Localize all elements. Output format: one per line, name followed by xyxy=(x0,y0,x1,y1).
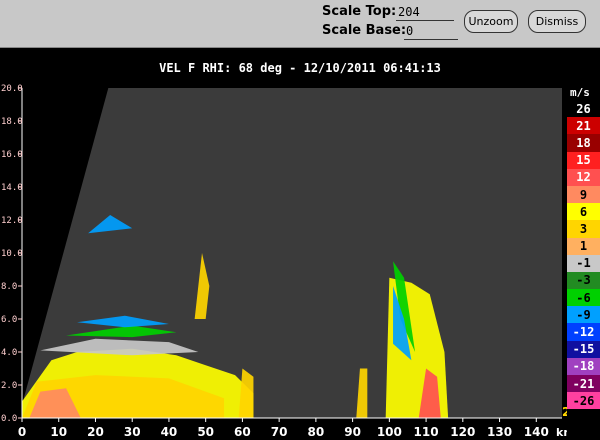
plot-title: VEL F RHI: 68 deg - 12/10/2011 06:41:13 xyxy=(159,61,441,75)
y-tick-label: 20.0 xyxy=(1,84,23,94)
color-legend: 26 21 18 15 12 9 6 3 1 -1 -3 -6 -9 -12 -15 -18 -21 -26 xyxy=(567,100,600,410)
legend-entry: -3 xyxy=(567,271,600,290)
legend-unit: m/s xyxy=(570,86,590,99)
y-tick-label: 12.0 xyxy=(1,216,23,226)
legend-entry: -26 xyxy=(567,392,600,410)
legend-entry: 26 xyxy=(567,100,600,118)
legend-entry: 12 xyxy=(567,168,600,186)
y-tick-label: 2.0 xyxy=(1,381,17,391)
legend-entry: 21 xyxy=(567,117,600,135)
scale-base-input[interactable] xyxy=(404,23,458,40)
x-unit-label: km xyxy=(556,426,567,439)
legend-entry: 3 xyxy=(567,220,600,238)
y-tick-label: 18.0 xyxy=(1,117,23,127)
legend-entry: 9 xyxy=(567,185,600,204)
legend-entry: -15 xyxy=(567,340,600,358)
unzoom-button[interactable]: Unzoom xyxy=(464,10,518,33)
x-tick-label: 90 xyxy=(344,425,361,439)
legend-entry: -21 xyxy=(567,375,600,393)
x-tick-label: 110 xyxy=(414,425,439,439)
legend-entry: -12 xyxy=(567,323,600,341)
x-tick-label: 10 xyxy=(50,425,67,439)
y-tick-label: 16.0 xyxy=(1,150,23,160)
x-tick-label: 120 xyxy=(450,425,475,439)
legend-entry: -9 xyxy=(567,306,600,324)
legend-entry: 1 xyxy=(567,237,600,255)
x-tick-label: 80 xyxy=(308,425,325,439)
legend-entry: 15 xyxy=(567,151,600,169)
legend-entry: 6 xyxy=(567,203,600,221)
x-tick-label: 40 xyxy=(161,425,178,439)
y-tick-label: 4.0 xyxy=(1,348,17,358)
legend-entry: -18 xyxy=(567,357,600,375)
x-tick-label: 140 xyxy=(524,425,549,439)
legend-entry: 18 xyxy=(567,134,600,152)
legend-entry: -6 xyxy=(567,289,600,307)
x-tick-label: 130 xyxy=(487,425,512,439)
x-tick-label: 0 xyxy=(18,425,26,439)
x-tick-label: 100 xyxy=(377,425,402,439)
x-tick-label: 30 xyxy=(124,425,141,439)
y-tick-label: 8.0 xyxy=(1,282,17,292)
rhi-plot[interactable]: 0 10 20 30 40 50 60 70 80 90 100 110 120 130 140 km 0.0 2… xyxy=(0,80,567,440)
y-tick-label: 0.0 xyxy=(1,414,17,424)
x-tick-label: 60 xyxy=(234,425,251,439)
y-tick-label: 14.0 xyxy=(1,183,23,193)
legend-entry: -1 xyxy=(567,254,600,272)
scale-top-label: Scale Top: xyxy=(322,4,397,19)
x-tick-label: 50 xyxy=(197,425,214,439)
x-tick-label: 20 xyxy=(87,425,104,439)
scale-top-input[interactable] xyxy=(396,4,454,21)
x-tick-label: 70 xyxy=(271,425,288,439)
y-tick-label: 10.0 xyxy=(1,249,23,259)
y-tick-label: 6.0 xyxy=(1,315,17,325)
toolbar: Scale Top: Scale Base: Unzoom Dismiss xyxy=(0,0,600,48)
dismiss-button[interactable]: Dismiss xyxy=(528,10,586,33)
scale-base-label: Scale Base: xyxy=(322,23,407,38)
